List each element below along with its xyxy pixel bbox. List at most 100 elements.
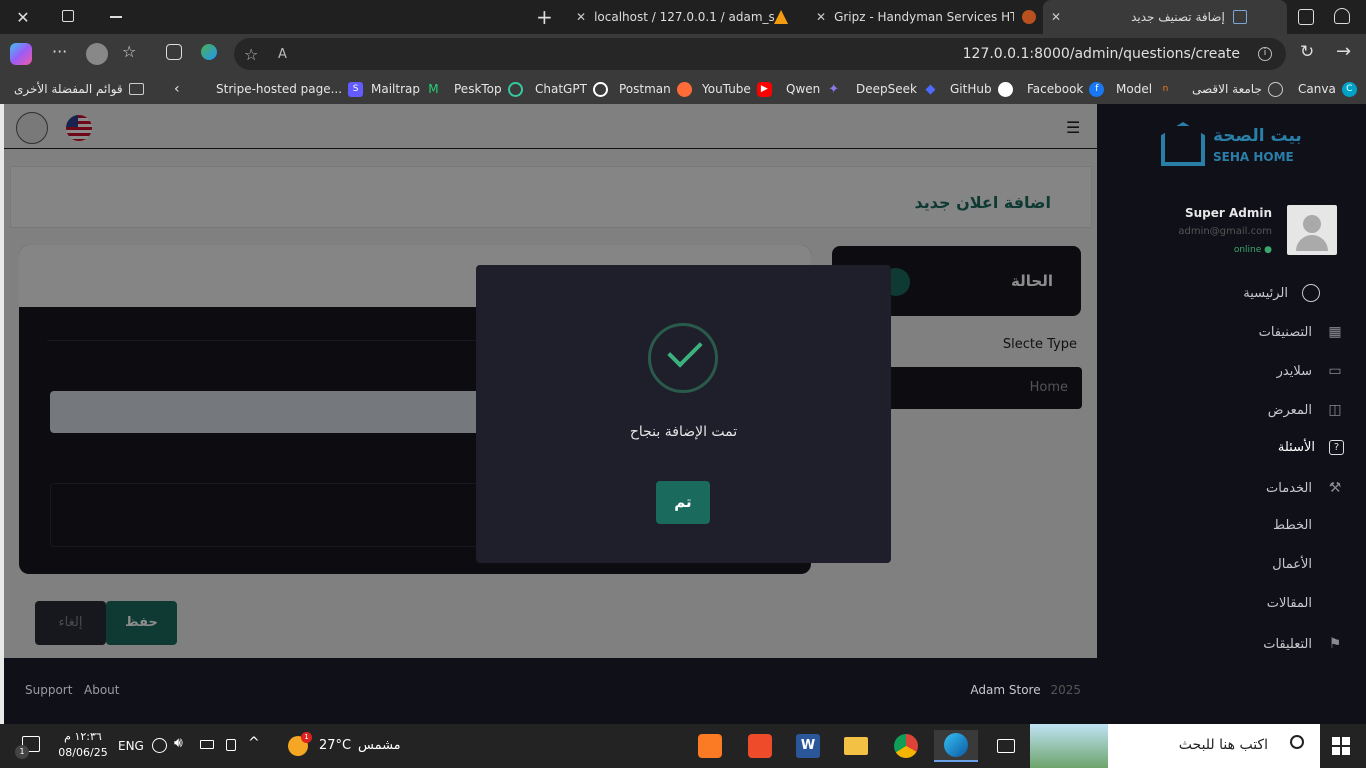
url-field[interactable]: ☆ A 127.0.0.1:8000/admin/questions/creat… <box>234 38 1286 70</box>
ok-label: تم <box>674 493 692 511</box>
sidebar-item-articles[interactable]: المقالات <box>1267 596 1312 611</box>
bookmark-deepseek[interactable]: DeepSeek ◆ <box>856 74 938 104</box>
sidebar-item-label: الخطط <box>1273 518 1312 533</box>
site-info-icon[interactable]: i <box>1258 47 1272 61</box>
clock-time: ١٢:٣٦ م <box>64 730 102 743</box>
show-hidden-icons[interactable]: ^ <box>248 735 260 751</box>
close-icon[interactable]: ✕ <box>1051 10 1061 24</box>
xampp-icon[interactable] <box>694 730 726 762</box>
phpmyadmin-icon <box>774 10 789 24</box>
sidebar-item-label: المقالات <box>1266 596 1312 611</box>
read-aloud-icon[interactable]: A <box>278 47 287 62</box>
brand-logo[interactable]: بيت الصحة SEHA HOME <box>1161 120 1311 172</box>
windows-taskbar: 1 ١٢:٣٦ م 08/06/25 ENG 🔊︎ ^ 1 27°C مشمس … <box>0 724 1366 768</box>
user-email: admin@gmail.com <box>1178 226 1272 237</box>
grid-icon: ▦ <box>1328 324 1342 340</box>
minimize-window-button[interactable] <box>110 16 122 18</box>
bookmark-label: YouTube <box>702 82 751 96</box>
sidebar-item-questions[interactable]: الأسئلة? <box>1278 440 1344 455</box>
slider-icon: ▭ <box>1328 363 1342 379</box>
bookmark-stripe[interactable]: Stripe-hosted page... S <box>216 74 364 104</box>
sidebar-item-services[interactable]: الخدمات ⚒ <box>1266 479 1344 497</box>
profile-icon[interactable] <box>86 43 108 65</box>
edge-icon[interactable] <box>934 730 978 762</box>
bookmark-label: DeepSeek <box>856 82 917 96</box>
tab-localhost[interactable]: ✕ localhost / 127.0.0.1 / adam_store <box>568 0 800 34</box>
more-icon[interactable]: ··· <box>52 42 67 61</box>
sidebar-item-works[interactable]: الأعمال <box>1272 557 1312 572</box>
sidebar-item-label: الأعمال <box>1272 557 1312 572</box>
tab-title: localhost / 127.0.0.1 / adam_store <box>594 10 775 24</box>
chrome-icon[interactable] <box>890 730 922 762</box>
sidebar-item-label: الرئيسية <box>1243 285 1288 301</box>
close-window-button[interactable]: ✕ <box>14 8 32 27</box>
bookmark-pesktop[interactable]: PeskTop <box>454 74 523 104</box>
taskbar-search[interactable]: اكتب هنا للبحث <box>1030 724 1320 768</box>
bookmark-chatgpt[interactable]: ChatGPT <box>535 74 608 104</box>
extension-icon[interactable] <box>201 44 217 60</box>
sidebar-item-label: المعرض <box>1267 402 1312 418</box>
bookmark-aqsa[interactable]: جامعة الاقصى <box>1192 74 1283 104</box>
bookmark-postman[interactable]: Postman <box>619 74 692 104</box>
new-tab-button[interactable]: + <box>536 5 553 29</box>
close-icon[interactable]: ✕ <box>816 10 826 24</box>
ok-button[interactable]: تم <box>656 481 710 524</box>
tab-active[interactable]: ✕ إضافة تصنيف جديد <box>1043 0 1287 34</box>
bookmark-canva[interactable]: Canva C <box>1298 74 1357 104</box>
battery-icon[interactable] <box>200 740 214 749</box>
bookmark-label: Facebook <box>1027 82 1084 96</box>
word-icon[interactable]: W <box>792 730 824 762</box>
tab-actions-icon[interactable] <box>1298 9 1314 25</box>
github-icon <box>997 81 1013 97</box>
copilot-icon[interactable] <box>10 43 32 65</box>
favorites-icon[interactable]: ☆ <box>122 42 136 61</box>
notifications-icon[interactable]: 1 <box>15 736 40 759</box>
bookmark-label: Qwen <box>786 82 821 96</box>
sidebar-item-gallery[interactable]: المعرض ◫ <box>1268 401 1344 419</box>
brand-name-en: SEHA HOME <box>1213 150 1294 164</box>
sidebar-item-categories[interactable]: التصنيفات ▦ <box>1259 323 1344 341</box>
language-indicator[interactable]: ENG <box>118 739 144 753</box>
task-view-icon[interactable] <box>990 730 1022 762</box>
tab-gripz[interactable]: ✕ Gripz - Handyman Services HTML <box>808 0 1040 34</box>
bookmark-qwen[interactable]: Qwen ✦ <box>786 74 841 104</box>
bookmark-model[interactable]: Model n <box>1116 74 1173 104</box>
sidebar-item-home[interactable]: الرئيسية <box>1243 284 1320 302</box>
bookmark-mailtrap[interactable]: Mailtrap M <box>371 74 441 104</box>
clock[interactable]: ١٢:٣٦ م 08/06/25 <box>54 730 112 759</box>
sidebar-item-slider[interactable]: سلايدر ▭ <box>1277 362 1344 380</box>
workspaces-icon[interactable] <box>1334 8 1350 24</box>
close-icon[interactable]: ✕ <box>576 10 586 24</box>
weather-widget[interactable]: 1 27°C مشمس <box>286 732 406 758</box>
refresh-icon[interactable]: ↻ <box>1300 42 1314 62</box>
device-icon[interactable] <box>226 739 236 751</box>
pesktop-icon <box>507 81 523 97</box>
bookmark-youtube[interactable]: YouTube ▶ <box>702 74 772 104</box>
network-icon[interactable] <box>152 738 167 753</box>
file-explorer-icon[interactable] <box>840 730 872 762</box>
sidebar-item-plans[interactable]: الخطط <box>1273 518 1312 533</box>
bookmark-facebook[interactable]: Facebook f <box>1027 74 1105 104</box>
other-favorites[interactable]: قوائم المفضلة الأخرى <box>14 74 144 104</box>
start-button[interactable] <box>1332 737 1350 755</box>
bookmarks-overflow-button[interactable]: ‹ <box>174 74 180 104</box>
app-red-icon[interactable] <box>744 730 776 762</box>
bookmark-github[interactable]: GitHub <box>950 74 1013 104</box>
add-favorite-icon[interactable]: ☆ <box>244 45 258 64</box>
gallery-icon: ◫ <box>1328 402 1342 418</box>
postman-icon <box>676 81 692 97</box>
sidebar-item-comments[interactable]: التعليقات ⚑ <box>1263 635 1344 653</box>
copyright-year: 2025 <box>1050 683 1081 697</box>
weather-badge: 1 <box>301 732 312 743</box>
back-icon[interactable]: → <box>1336 41 1351 62</box>
success-check-icon <box>648 323 718 393</box>
volume-icon[interactable]: 🔊︎ <box>174 735 183 751</box>
extensions-icon[interactable] <box>166 44 182 60</box>
footer-support-link[interactable]: Support <box>25 683 72 697</box>
footer-about-link[interactable]: About <box>84 683 119 697</box>
footer: Support About Adam Store 2025 <box>4 658 1097 724</box>
notification-count: 1 <box>15 745 29 759</box>
restore-window-button[interactable] <box>62 10 74 22</box>
success-message: تمت الإضافة بنجاح <box>629 424 738 440</box>
services-icon: ⚒ <box>1328 480 1342 496</box>
